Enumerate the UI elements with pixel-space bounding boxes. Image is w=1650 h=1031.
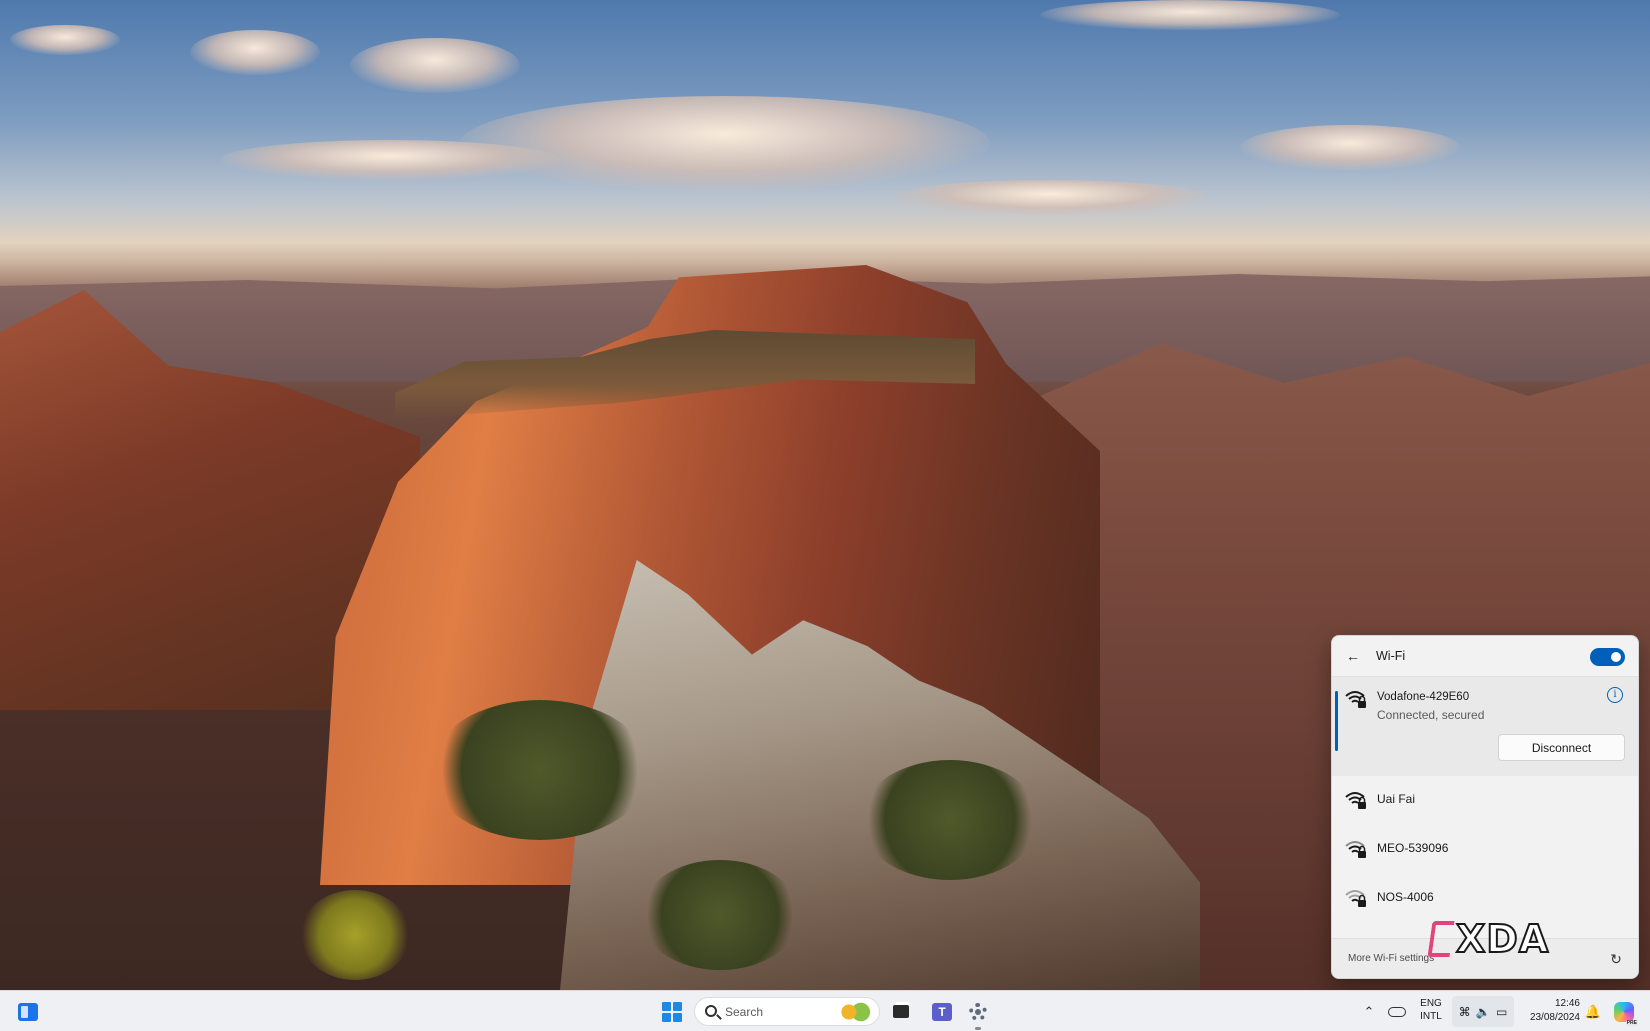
network-name: NOS-4006 <box>1377 890 1434 904</box>
settings-app-icon[interactable] <box>966 991 990 1031</box>
battery-icon: ▭ <box>1496 1004 1508 1019</box>
widgets-icon[interactable] <box>14 991 42 1031</box>
xda-watermark: XDA <box>1427 916 1550 962</box>
network-item[interactable]: NOS-4006 <box>1332 874 1638 923</box>
network-item[interactable]: MEO-539096 <box>1332 825 1638 874</box>
running-indicator <box>975 1027 981 1030</box>
copilot-icon[interactable] <box>1610 991 1638 1031</box>
network-name: Uai Fai <box>1377 792 1416 806</box>
wifi-flyout-title: Wi-Fi <box>1376 649 1406 663</box>
volume-icon: 🔈 <box>1475 1004 1491 1019</box>
info-icon[interactable]: i <box>1607 687 1623 703</box>
search-highlight-icon[interactable] <box>837 1002 871 1022</box>
network-item[interactable]: Uai Fai <box>1332 776 1638 825</box>
more-wifi-settings-link[interactable]: More Wi-Fi settings <box>1348 953 1434 964</box>
taskbar: Search T ⌃ ENG INTL ⌘ 🔈 ▭ 12:46 23/08/20… <box>0 990 1650 1031</box>
keyboard-layout: INTL <box>1420 1011 1442 1022</box>
show-hidden-icons-chevron-icon[interactable]: ⌃ <box>1360 991 1378 1031</box>
onedrive-icon[interactable] <box>1386 991 1408 1031</box>
clock[interactable]: 12:46 23/08/2024 <box>1520 997 1580 1025</box>
notification-bell-icon[interactable]: 🔔 <box>1584 991 1602 1031</box>
clock-date: 23/08/2024 <box>1529 1012 1580 1023</box>
wifi-secured-icon <box>1345 890 1366 907</box>
refresh-icon[interactable]: ↻ <box>1608 951 1624 967</box>
wifi-toggle[interactable] <box>1590 648 1625 666</box>
wifi-tray-icon: ⌘ <box>1458 1004 1471 1019</box>
task-view-icon[interactable] <box>890 991 912 1031</box>
connected-network-item[interactable]: Vodafone-429E60 Connected, secured i Dis… <box>1332 676 1638 776</box>
disconnect-button[interactable]: Disconnect <box>1498 734 1625 761</box>
clock-time: 12:46 <box>1554 998 1580 1009</box>
wifi-secured-icon <box>1345 691 1366 708</box>
selection-accent <box>1335 691 1338 751</box>
back-arrow-icon[interactable]: ← <box>1344 647 1362 665</box>
search-placeholder: Search <box>725 1005 764 1019</box>
connected-network-name: Vodafone-429E60 <box>1377 691 1470 703</box>
teams-icon[interactable]: T <box>930 991 954 1031</box>
taskbar-search[interactable]: Search <box>694 997 880 1026</box>
wifi-secured-icon <box>1345 841 1366 858</box>
network-name: MEO-539096 <box>1377 841 1449 855</box>
search-icon <box>705 1005 717 1017</box>
quick-settings-button[interactable]: ⌘ 🔈 ▭ <box>1452 996 1514 1027</box>
input-language-indicator[interactable]: ENG INTL <box>1416 997 1446 1023</box>
xda-logo-bracket <box>1427 921 1455 957</box>
wifi-flyout-header: ← Wi-Fi <box>1332 636 1638 676</box>
start-button[interactable] <box>660 991 684 1031</box>
xda-logo-text: XDA <box>1455 916 1550 962</box>
connected-network-status: Connected, secured <box>1377 708 1485 722</box>
language-code: ENG <box>1420 998 1442 1009</box>
windows-logo-icon <box>662 1001 682 1022</box>
wifi-secured-icon <box>1345 792 1366 809</box>
